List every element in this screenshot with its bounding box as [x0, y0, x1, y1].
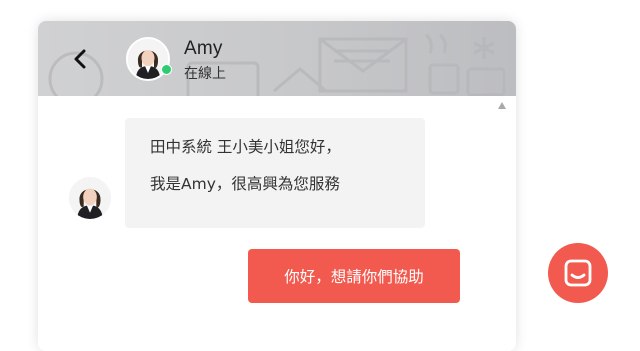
outgoing-message[interactable]: 你好，想請你們協助 [248, 249, 460, 303]
chat-icon [564, 259, 592, 287]
header-background-pattern [48, 33, 506, 96]
agent-status: 在線上 [184, 66, 226, 82]
incoming-message: 田中系統 王小美小姐您好， 我是Amy，很高興為您服務 [125, 118, 425, 228]
triangle-up-icon[interactable] [498, 102, 506, 109]
message-line: 田中系統 王小美小姐您好， [150, 138, 341, 156]
back-button[interactable] [66, 43, 94, 75]
agent-portrait-image [69, 177, 111, 219]
chat-header: Amy 在線上 [38, 21, 516, 96]
agent-name: Amy [184, 38, 223, 59]
online-status-dot [161, 64, 172, 75]
scrollbar[interactable] [494, 96, 510, 351]
message-line: 我是Amy，很高興為您服務 [150, 175, 340, 193]
message-list[interactable]: 田中系統 王小美小姐您好， 我是Amy，很高興為您服務 你好，想請你們協助 [38, 96, 516, 351]
chat-window: Amy 在線上 田中系統 王小美小姐您好， 我是Amy，很高興為您服務 你好，想… [38, 21, 516, 351]
chevron-left-icon [74, 49, 86, 69]
message-agent-avatar [69, 177, 111, 219]
chat-launcher-button[interactable] [548, 243, 608, 303]
